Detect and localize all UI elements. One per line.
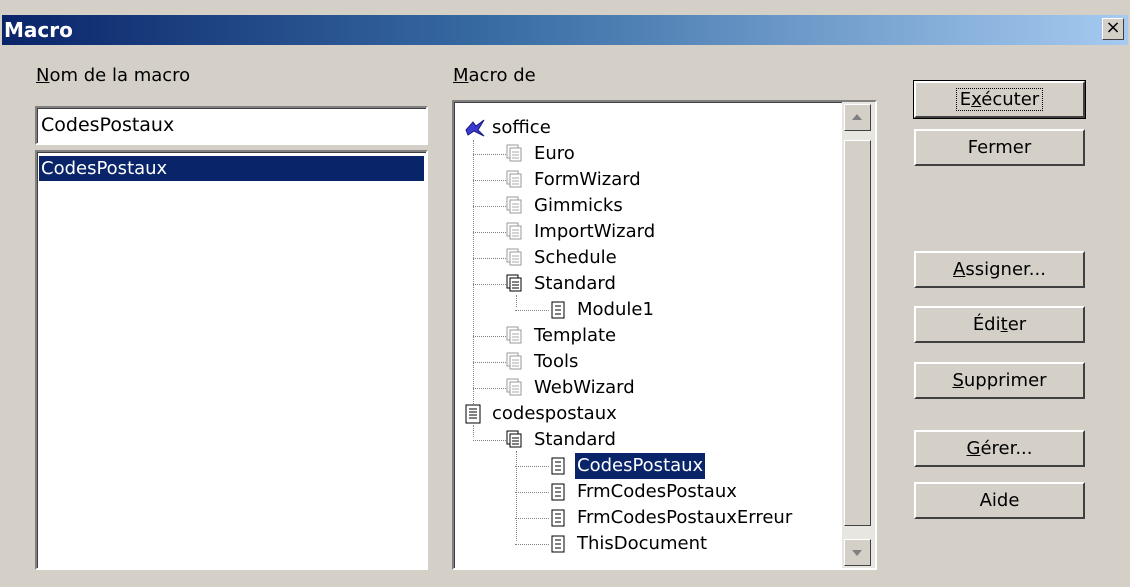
tree-item-label: Module1 <box>577 299 654 320</box>
manage-button[interactable]: Gérer... <box>914 430 1085 467</box>
library-icon <box>506 222 524 242</box>
tree-item-label: Standard <box>534 429 616 450</box>
library-icon <box>506 326 524 346</box>
module-icon <box>549 534 567 554</box>
library-icon <box>506 352 524 372</box>
help-button[interactable]: Aide <box>914 482 1085 519</box>
module-icon <box>549 456 567 476</box>
tree-item-label: FrmCodesPostauxErreur <box>577 507 793 528</box>
tree-item[interactable]: Gimmicks <box>506 193 625 219</box>
btnRun-text: Exécuter <box>955 88 1044 111</box>
tree-item-label: soffice <box>492 117 551 138</box>
tree-item-label: Tools <box>534 351 579 372</box>
tree-connector <box>473 206 506 207</box>
tree-connector <box>473 336 506 337</box>
library-open-icon <box>506 430 524 450</box>
macro-list[interactable]: CodesPostaux <box>35 150 428 570</box>
tree-item[interactable]: ImportWizard <box>506 219 657 245</box>
module-icon <box>549 300 567 320</box>
scroll-thumb[interactable] <box>844 140 871 526</box>
arrow-down-icon <box>852 550 862 556</box>
library-open-icon <box>506 274 524 294</box>
tree-item[interactable]: Schedule <box>506 245 619 271</box>
tree-connector <box>515 466 549 467</box>
tree-item[interactable]: CodesPostaux <box>549 453 706 479</box>
fromLabel-text: Macro de <box>453 65 536 86</box>
delete-button[interactable]: Supprimer <box>914 362 1085 399</box>
tree-item-label: ThisDocument <box>577 533 708 554</box>
macro-name-input[interactable]: CodesPostaux <box>35 106 428 145</box>
tree-item[interactable]: FrmCodesPostaux <box>549 479 739 505</box>
library-icon <box>506 170 524 190</box>
scroll-up-button[interactable] <box>844 104 871 131</box>
arrow-up-icon <box>852 114 862 120</box>
tree-item-label: CodesPostaux <box>575 453 706 479</box>
macro-dialog: Macro × Nom de la macro CodesPostaux Cod… <box>0 0 1130 587</box>
edit-button[interactable]: Éditer <box>914 306 1085 343</box>
tree-connector <box>473 362 506 363</box>
btnDelete-text: Supprimer <box>952 370 1047 391</box>
tree-item-label: Standard <box>534 273 616 294</box>
document-icon <box>464 404 482 424</box>
window-title: Macro <box>4 18 73 42</box>
tree-item-label: Euro <box>534 143 575 164</box>
tree-item[interactable]: Standard <box>506 427 618 453</box>
btnManage-text: Gérer... <box>966 438 1033 459</box>
tree-connector <box>473 388 506 389</box>
tree-rows: soffice Euro FormWizard Gimmicks ImportWizar… <box>454 102 844 568</box>
tree-connector <box>515 310 549 311</box>
tree-connector <box>515 544 549 545</box>
tree-item[interactable]: FormWizard <box>506 167 643 193</box>
title-bar[interactable]: Macro × <box>2 15 1128 45</box>
tree-connector <box>515 492 549 493</box>
tree-item-label: FormWizard <box>534 169 641 190</box>
tree-item[interactable]: Tools <box>506 349 580 375</box>
close-button[interactable]: Fermer <box>914 129 1085 166</box>
tree-item[interactable]: WebWizard <box>506 375 637 401</box>
tree-item[interactable]: soffice <box>464 115 553 141</box>
close-icon[interactable]: × <box>1102 18 1124 40</box>
library-icon <box>506 144 524 164</box>
tree-item[interactable]: codespostaux <box>464 401 619 427</box>
module-icon <box>549 482 567 502</box>
list-item[interactable]: CodesPostaux <box>39 156 424 181</box>
tree-connector <box>473 440 506 441</box>
library-icon <box>506 196 524 216</box>
tree-item-label: Template <box>534 325 617 346</box>
macro-from-label: Macro de <box>453 65 536 86</box>
macro-tree[interactable]: soffice Euro FormWizard Gimmicks ImportWizar… <box>452 100 877 570</box>
soffice-app-icon <box>464 118 485 138</box>
tree-item-label: FrmCodesPostaux <box>577 481 737 502</box>
run-button[interactable]: Exécuter <box>913 80 1086 119</box>
tree-item[interactable]: Template <box>506 323 618 349</box>
vertical-scrollbar[interactable] <box>842 102 875 568</box>
tree-connector <box>515 518 549 519</box>
tree-item[interactable]: Standard <box>506 271 618 297</box>
library-icon <box>506 248 524 268</box>
scroll-down-button[interactable] <box>844 539 871 566</box>
tree-item-label: WebWizard <box>534 377 635 398</box>
tree-connector <box>516 451 517 541</box>
tree-item[interactable]: FrmCodesPostauxErreur <box>549 505 794 531</box>
tree-connector <box>473 284 506 285</box>
nameLabel-text: Nom de la macro <box>36 65 191 86</box>
macro-name-label: Nom de la macro <box>36 65 190 86</box>
btnAssign-text: Assigner... <box>953 259 1046 280</box>
library-icon <box>506 378 524 398</box>
module-icon <box>549 508 567 528</box>
tree-connector <box>473 154 506 155</box>
tree-item[interactable]: Euro <box>506 141 577 167</box>
tree-item-label: ImportWizard <box>534 221 656 242</box>
tree-connector <box>473 232 506 233</box>
tree-connector <box>473 258 506 259</box>
tree-connector <box>473 180 506 181</box>
tree-item[interactable]: ThisDocument <box>549 531 709 557</box>
tree-item-label: Gimmicks <box>534 195 623 216</box>
tree-item[interactable]: Module1 <box>549 297 656 323</box>
tree-item-label: codespostaux <box>492 403 617 424</box>
btnEdit-text: Éditer <box>972 314 1027 335</box>
tree-item-label: Schedule <box>534 247 617 268</box>
assign-button[interactable]: Assigner... <box>914 251 1085 288</box>
